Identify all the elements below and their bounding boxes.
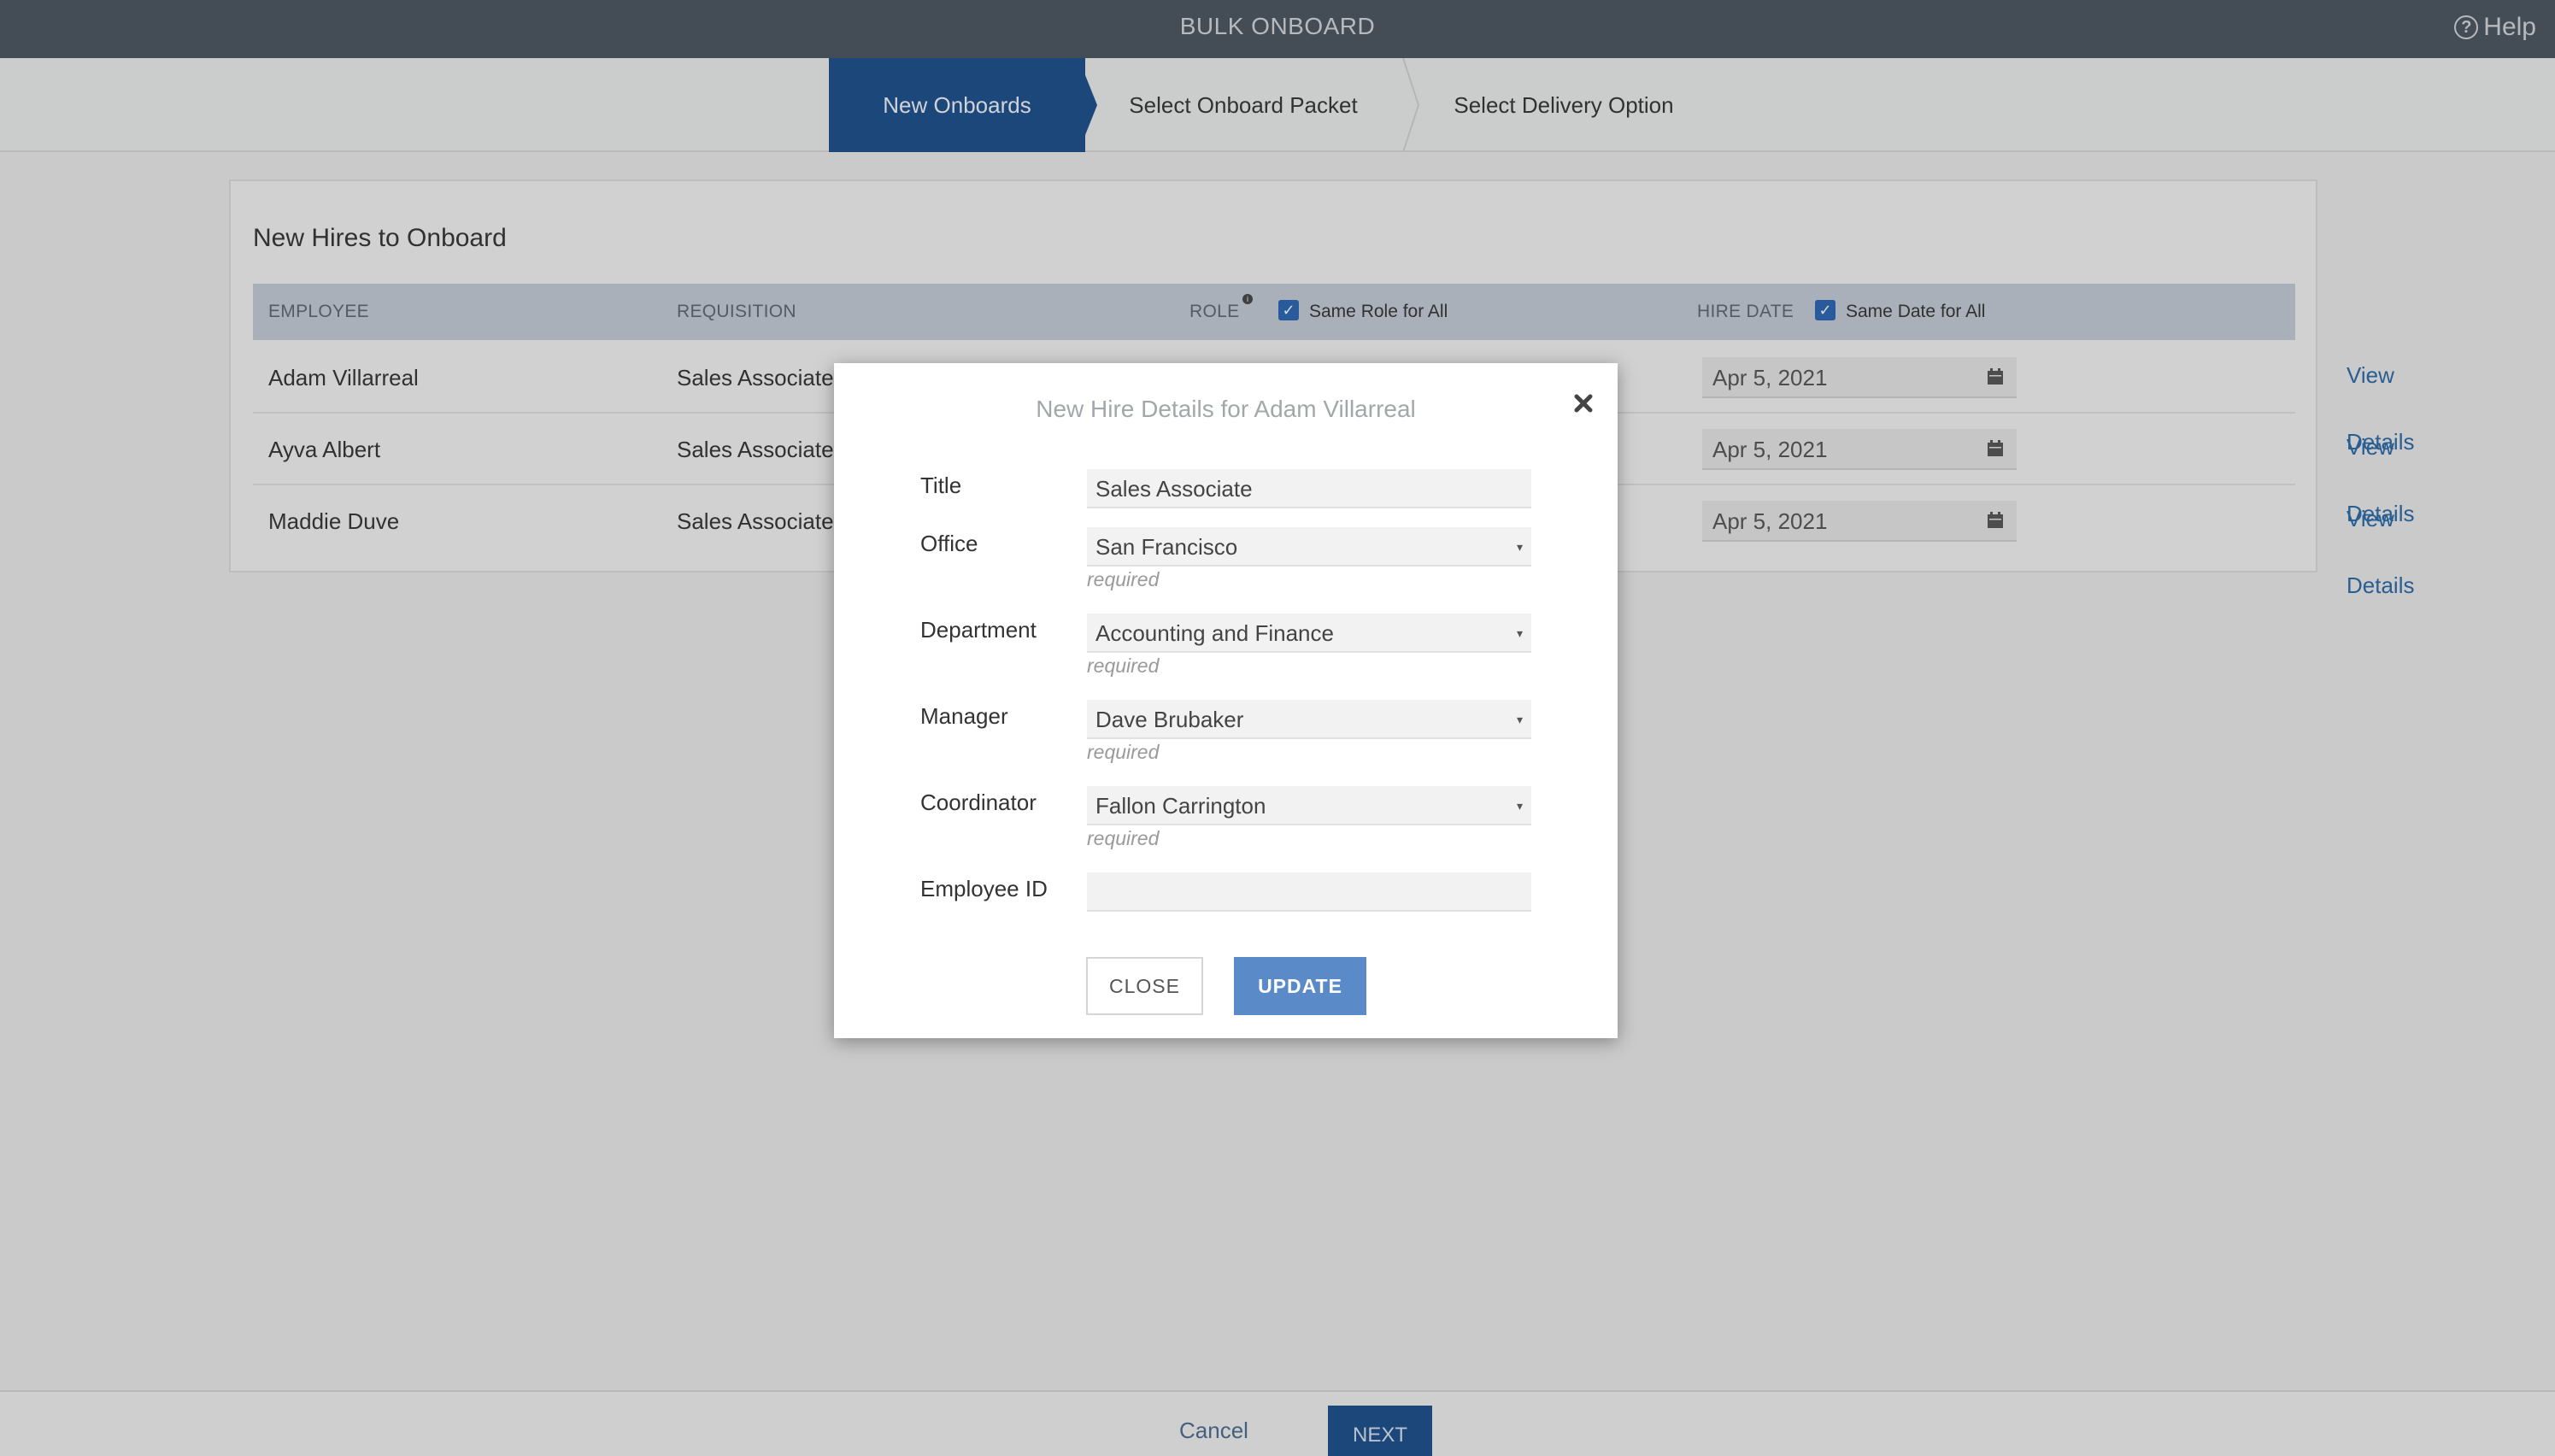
modal-title: New Hire Details for Adam Villarreal: [1036, 396, 1416, 422]
coordinator-label: Coordinator: [920, 790, 1037, 815]
office-required-hint: required: [1087, 568, 1160, 590]
new-hire-details-modal: New Hire Details for Adam Villarreal Tit…: [834, 363, 1618, 1038]
manager-value: Dave Brubaker: [1095, 707, 1244, 732]
manager-required-hint: required: [1087, 741, 1160, 763]
title-label: Title: [920, 473, 962, 498]
department-value: Accounting and Finance: [1095, 620, 1334, 646]
chevron-down-icon: ▾: [1516, 799, 1523, 813]
department-select[interactable]: Accounting and Finance ▾: [1087, 614, 1531, 653]
coordinator-value: Fallon Carrington: [1095, 793, 1266, 819]
manager-select[interactable]: Dave Brubaker ▾: [1087, 700, 1531, 739]
chevron-down-icon: ▾: [1516, 713, 1523, 726]
employee-id-input[interactable]: [1087, 872, 1531, 912]
coordinator-select[interactable]: Fallon Carrington ▾: [1087, 786, 1531, 825]
office-value: San Francisco: [1095, 534, 1238, 560]
chevron-down-icon: ▾: [1516, 540, 1523, 554]
manager-label: Manager: [920, 703, 1008, 729]
office-label: Office: [920, 531, 978, 556]
title-field[interactable]: Sales Associate: [1087, 469, 1531, 508]
office-select[interactable]: San Francisco ▾: [1087, 527, 1531, 567]
close-icon[interactable]: [1569, 389, 1598, 418]
coordinator-required-hint: required: [1087, 827, 1160, 849]
department-label: Department: [920, 617, 1037, 643]
update-button[interactable]: UPDATE: [1234, 957, 1366, 1015]
employee-id-label: Employee ID: [920, 876, 1048, 901]
chevron-down-icon: ▾: [1516, 626, 1523, 640]
title-value: Sales Associate: [1095, 476, 1253, 502]
department-required-hint: required: [1087, 655, 1160, 677]
close-button[interactable]: CLOSE: [1086, 957, 1203, 1015]
